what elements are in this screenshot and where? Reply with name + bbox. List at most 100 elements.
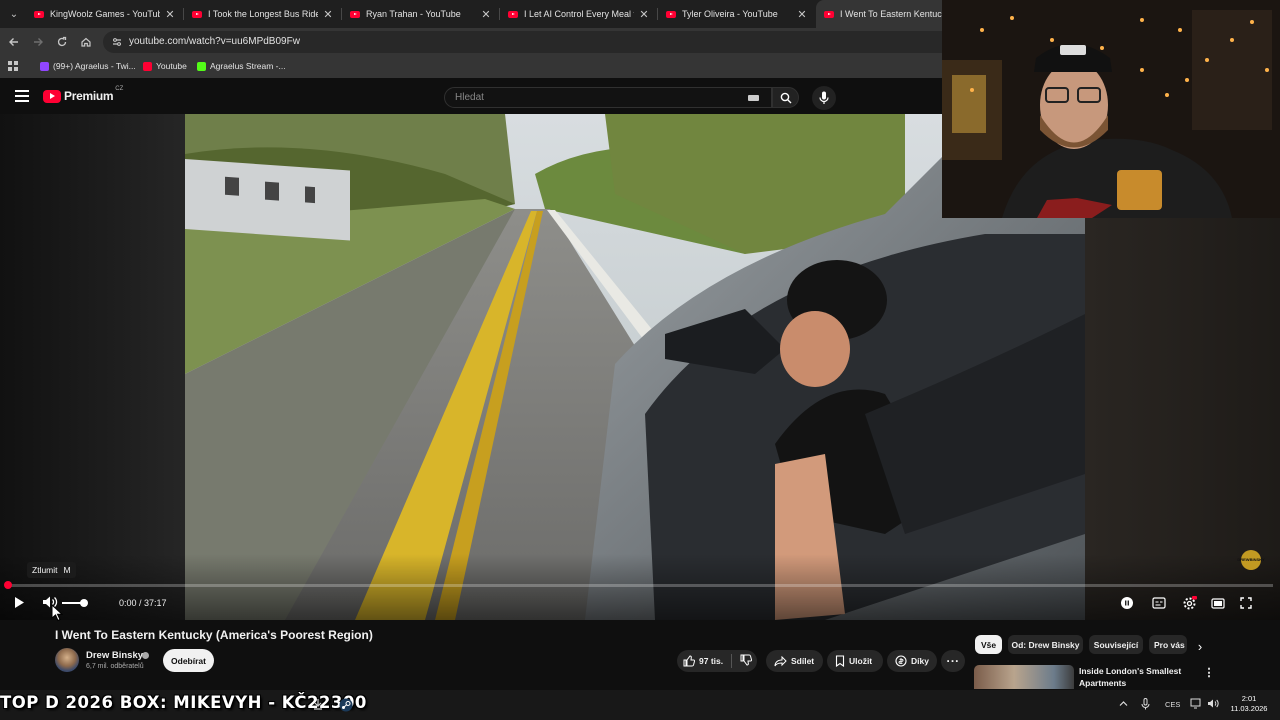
dislike-button[interactable] — [740, 654, 756, 668]
gear-icon — [1183, 595, 1197, 609]
youtube-logo-icon — [43, 89, 61, 103]
forward-arrow-icon[interactable] — [28, 32, 48, 52]
browser-tab[interactable]: KingWoolz Games - YouTube ✕ — [26, 0, 184, 28]
tab-label: I Took the Longest Bus Ride in — [208, 9, 318, 19]
clock-date: 11.03.2026 — [1230, 704, 1268, 713]
recommended-video-title[interactable]: Inside London's Smallest Apartments — [1079, 665, 1197, 689]
tray-network-icon[interactable] — [1190, 698, 1202, 711]
tab-close-icon[interactable]: ✕ — [480, 8, 492, 21]
youtube-favicon-icon — [350, 10, 360, 18]
fullscreen-button[interactable] — [1239, 596, 1253, 610]
taskbar-clock[interactable]: 2:01 11.03.2026 — [1226, 694, 1272, 714]
subtitles-icon — [1152, 597, 1166, 609]
player-side-fill — [0, 114, 185, 620]
chip-all[interactable]: Vše — [975, 635, 1002, 654]
subscriber-count: 6,7 mil. odběratelů — [86, 663, 144, 670]
watermark-text: BINSKY — [1249, 557, 1265, 562]
thanks-label: Díky — [911, 656, 929, 666]
time-display: 0:00 / 37:17 — [119, 598, 167, 608]
tab-close-icon[interactable]: ✕ — [164, 8, 176, 21]
chip-for-you[interactable]: Pro vás — [1149, 635, 1187, 654]
bookmark-twitch[interactable]: (99+) Agraelus - Twi... — [40, 61, 136, 71]
more-actions-button[interactable]: ... — [941, 650, 965, 672]
theater-mode-button[interactable] — [1210, 596, 1225, 610]
tab-close-icon[interactable]: ✕ — [638, 8, 650, 21]
kick-icon — [197, 61, 206, 71]
tray-volume-icon[interactable] — [1207, 698, 1219, 711]
tab-close-icon[interactable]: ✕ — [322, 8, 334, 21]
logo-text: Premium — [64, 89, 114, 103]
video-title: I Went To Eastern Kentucky (America's Po… — [55, 628, 373, 642]
channel-name[interactable]: Drew Binsky — [86, 650, 143, 661]
input-language[interactable]: CES — [1165, 700, 1180, 709]
search-icon — [780, 92, 792, 104]
tab-close-icon[interactable]: ✕ — [796, 8, 808, 21]
keyboard-icon[interactable] — [748, 95, 759, 101]
voice-search-button[interactable] — [812, 86, 836, 110]
address-bar[interactable]: youtube.com/watch?v=uu6MPdB09Fw — [103, 31, 963, 53]
like-count: 97 tis. — [699, 656, 724, 666]
channel-watermark-logo[interactable]: DREW BINSKY — [1237, 550, 1265, 570]
tab-label: KingWoolz Games - YouTube — [50, 9, 160, 19]
search-input[interactable]: Hledat — [444, 87, 772, 108]
logo-country: CZ — [115, 86, 124, 92]
tray-microphone-icon[interactable] — [1141, 698, 1150, 712]
menu-icon[interactable] — [15, 90, 29, 102]
tab-search-icon[interactable]: ⌄ — [3, 3, 25, 25]
share-button[interactable]: Sdílet — [766, 650, 823, 672]
volume-slider-handle[interactable] — [79, 599, 88, 607]
bookmark-icon — [835, 655, 845, 667]
channel-avatar[interactable] — [55, 648, 79, 672]
browser-tab[interactable]: I Let AI Control Every Meal for ✕ — [500, 0, 658, 28]
chevron-right-icon[interactable]: › — [1194, 639, 1206, 654]
more-vertical-icon[interactable]: ⋮ — [1204, 665, 1215, 679]
microphone-icon — [819, 91, 829, 104]
youtube-favicon-icon — [508, 10, 518, 18]
home-icon[interactable] — [76, 32, 96, 52]
bookmark-kick[interactable]: Agraelus Stream -... — [197, 61, 286, 71]
apps-grid-icon[interactable] — [8, 61, 18, 71]
save-label: Uložit — [849, 656, 873, 666]
recommended-video-thumbnail[interactable] — [974, 665, 1074, 689]
tab-label: I Let AI Control Every Meal for — [524, 9, 634, 19]
subscribe-button[interactable]: Odebírat — [163, 649, 214, 672]
more-horizontal-icon: ... — [946, 651, 960, 665]
progress-scrubber[interactable] — [4, 581, 12, 589]
clock-time: 2:01 — [1241, 694, 1257, 703]
thanks-icon — [895, 655, 907, 667]
thumbs-down-icon — [740, 654, 753, 666]
play-button[interactable] — [11, 594, 27, 610]
reload-icon[interactable] — [52, 32, 72, 52]
share-label: Sdílet — [791, 656, 815, 666]
browser-tab[interactable]: I Took the Longest Bus Ride in ✕ — [184, 0, 342, 28]
youtube-favicon-icon — [34, 10, 44, 18]
tray-chevron-up-icon[interactable] — [1119, 699, 1128, 709]
autoplay-toggle[interactable] — [1120, 596, 1134, 610]
search-button[interactable] — [772, 87, 799, 108]
site-info-icon[interactable] — [111, 36, 123, 48]
fullscreen-icon — [1240, 597, 1252, 609]
browser-tab[interactable]: Ryan Trahan - YouTube ✕ — [342, 0, 500, 28]
back-arrow-icon[interactable] — [4, 32, 24, 52]
chip-from-channel[interactable]: Od: Drew Binsky — [1008, 635, 1083, 654]
bookmark-youtube[interactable]: Youtube — [143, 61, 187, 71]
taskbar-app-icon[interactable] — [312, 697, 324, 711]
chip-related[interactable]: Související — [1089, 635, 1143, 654]
steam-icon[interactable] — [338, 697, 354, 713]
youtube-icon — [143, 61, 152, 71]
progress-bar[interactable] — [7, 584, 1273, 587]
webcam-image — [942, 0, 1280, 218]
thanks-button[interactable]: Díky — [887, 650, 937, 672]
youtube-premium-logo[interactable]: Premium CZ — [43, 86, 124, 103]
save-button[interactable]: Uložit — [827, 650, 883, 672]
theater-mode-icon — [1210, 597, 1225, 609]
share-icon — [774, 655, 787, 666]
url-text: youtube.com/watch?v=uu6MPdB09Fw — [129, 36, 300, 47]
subtitles-button[interactable] — [1152, 596, 1166, 610]
settings-button[interactable] — [1181, 595, 1197, 611]
browser-tab[interactable]: Tyler Oliveira - YouTube ✕ — [658, 0, 816, 28]
tab-label: Tyler Oliveira - YouTube — [682, 9, 778, 19]
like-button[interactable]: 97 tis. — [683, 655, 723, 667]
like-dislike-group: 97 tis. — [677, 650, 757, 672]
bookmark-label: (99+) Agraelus - Twi... — [53, 61, 136, 71]
